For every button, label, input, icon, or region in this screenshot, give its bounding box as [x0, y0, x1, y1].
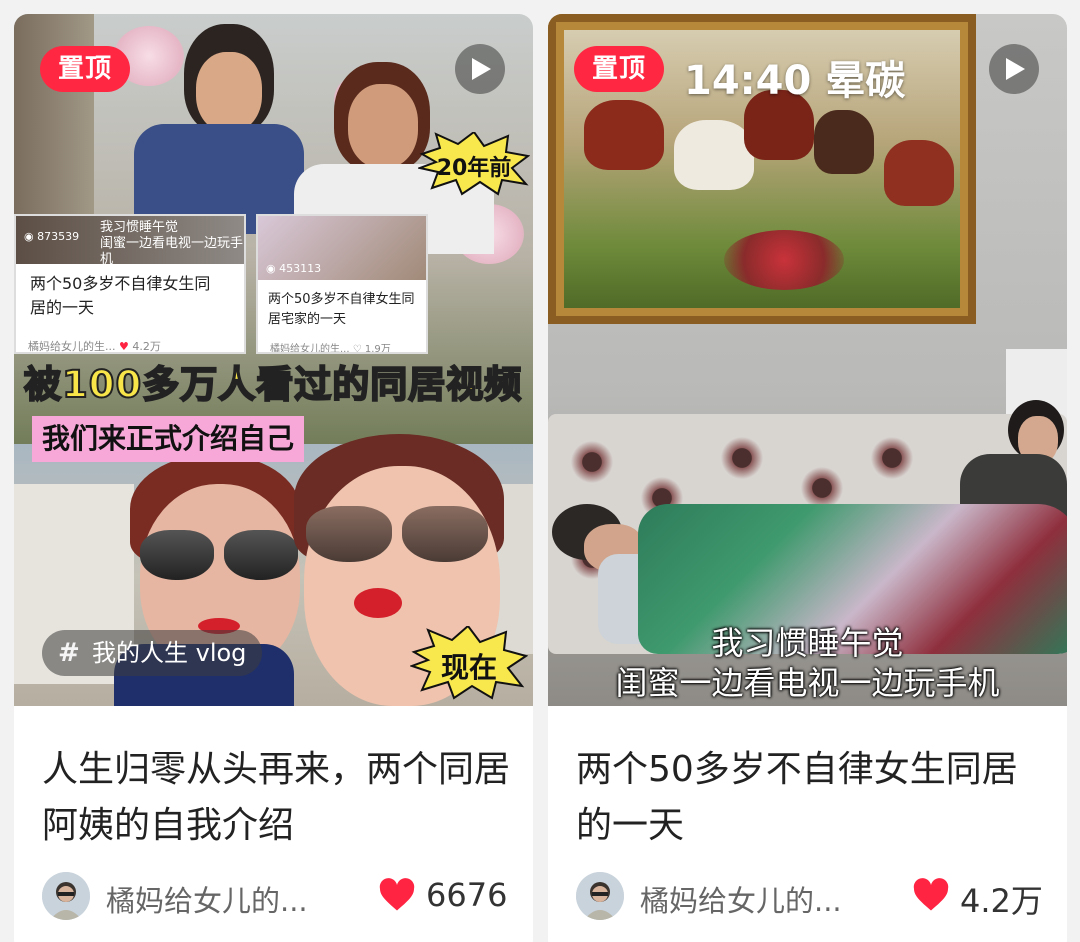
woman-face	[196, 52, 262, 132]
play-button[interactable]	[989, 44, 1039, 94]
embedded-note-card: ◉ 873539 我习惯睡午觉 闺蜜一边看电视一边玩手机 两个50多岁不自律女生同…	[14, 214, 246, 354]
horse	[674, 120, 754, 190]
note-card[interactable]: 我习惯睡午觉 闺蜜一边看电视一边玩手机 置顶 14:40 晕碳 两个50多岁不自…	[548, 14, 1067, 942]
embedded-title: 两个50多岁不自律女生同 居宅家的一天	[268, 292, 415, 327]
hashtag-icon: #	[58, 638, 80, 668]
embedded-views: ◉ 453113	[266, 262, 322, 275]
painted-flowers	[724, 230, 844, 290]
badge-twenty-years-ago: 20年前	[416, 130, 531, 196]
video-subtitle: 闺蜜一边看电视一边玩手机	[615, 664, 1000, 702]
embedded-note-card: ◉ 453113 两个50多岁不自律女生同 居宅家的一天 橘妈给女儿的生... ♡…	[256, 214, 428, 354]
pinned-badge: 置顶	[574, 46, 665, 92]
sofa-pattern	[568, 438, 616, 486]
sofa-pattern	[718, 434, 766, 482]
sunglasses	[140, 530, 214, 580]
heart-icon	[379, 878, 415, 911]
note-cover[interactable]: 我习惯睡午觉 闺蜜一边看电视一边玩手机 置顶 14:40 晕碳	[548, 14, 1067, 706]
heart-icon	[913, 878, 949, 911]
horse	[584, 100, 664, 170]
like-button[interactable]: 6676	[378, 872, 512, 920]
sofa-pattern	[868, 434, 916, 482]
avatar-image	[576, 872, 624, 920]
author-row: 橘妈给女儿的... 6676	[42, 870, 512, 922]
cover-time-label: 14:40 晕碳	[684, 58, 906, 104]
horse	[884, 140, 954, 206]
badge-text: 现在	[440, 651, 497, 684]
avatar-image	[42, 872, 90, 920]
embedded-cover: ◉ 873539 我习惯睡午觉 闺蜜一边看电视一边玩手机	[16, 216, 244, 267]
author-name[interactable]: 橘妈给女儿的...	[106, 878, 308, 920]
play-button[interactable]	[455, 44, 505, 94]
avatar[interactable]	[42, 872, 90, 920]
like-count: 6676	[426, 876, 508, 914]
eye-icon: ◉	[24, 230, 38, 243]
note-card[interactable]: 20年前 ◉ 873539 我习惯睡午觉 闺蜜一边看电视一边玩手机 两个50多岁不…	[14, 14, 533, 942]
author-row: 橘妈给女儿的... 4.2万	[576, 870, 1046, 922]
like-count: 4.2万	[960, 882, 1043, 920]
embedded-title: 两个50多岁不自律女生同 居的一天	[30, 274, 211, 317]
topic-tag[interactable]: # 我的人生 vlog	[42, 630, 263, 676]
horse	[814, 110, 874, 174]
topic-label: 我的人生 vlog	[92, 639, 247, 667]
woman-face	[348, 84, 418, 168]
sunglasses	[306, 506, 392, 562]
avatar[interactable]	[576, 872, 624, 920]
badge-text: 20年前	[436, 156, 512, 181]
note-title[interactable]: 人生归零从头再来，两个同居阿姨的自我介绍	[42, 742, 512, 854]
eye-icon: ◉	[266, 262, 280, 275]
like-button[interactable]: 4.2万	[912, 872, 1046, 920]
play-icon	[472, 58, 491, 80]
sunglasses	[402, 506, 488, 562]
embedded-cover: ◉ 453113	[258, 216, 426, 280]
play-icon	[1006, 58, 1025, 80]
lips	[354, 588, 402, 618]
author-name[interactable]: 橘妈给女儿的...	[640, 878, 842, 920]
embedded-meta: 橘妈给女儿的生... ♥ 4.2万	[28, 340, 161, 353]
note-title[interactable]: 两个50多岁不自律女生同居的一天	[576, 742, 1046, 854]
cover-banner-subline: 我们来正式介绍自己	[32, 416, 305, 462]
embedded-subtitle: 我习惯睡午觉 闺蜜一边看电视一边玩手机	[100, 220, 244, 267]
sunglasses	[224, 530, 298, 580]
embedded-meta: 橘妈给女儿的生... ♡ 1.9万	[270, 344, 391, 354]
cover-banner-headline: 被100多万人看过的同居视频	[23, 362, 523, 407]
badge-now: 现在	[409, 624, 529, 700]
embedded-views: ◉ 873539	[24, 230, 80, 243]
note-cover[interactable]: 20年前 ◉ 873539 我习惯睡午觉 闺蜜一边看电视一边玩手机 两个50多岁不…	[14, 14, 533, 706]
pinned-badge: 置顶	[40, 46, 131, 92]
